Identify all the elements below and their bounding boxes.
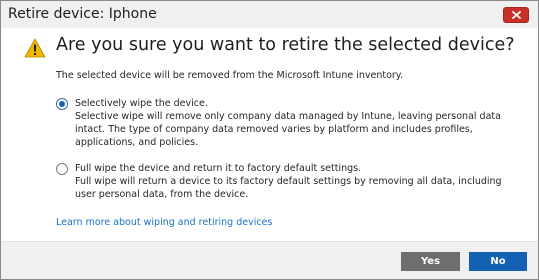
- selective-wipe-label: Selectively wipe the device.: [75, 98, 208, 109]
- no-button[interactable]: No: [469, 252, 527, 271]
- option-full-wipe[interactable]: Full wipe the device and return it to fa…: [56, 162, 525, 201]
- full-wipe-radio[interactable]: [56, 163, 68, 175]
- full-wipe-label: Full wipe the device and return it to fa…: [75, 163, 362, 174]
- close-button[interactable]: [503, 7, 529, 23]
- option-selective-wipe[interactable]: Selectively wipe the device. Selective w…: [56, 97, 525, 149]
- close-icon: [511, 11, 521, 19]
- intro-text: The selected device will be removed from…: [56, 70, 404, 81]
- full-wipe-description: Full wipe will return a device to its fa…: [75, 176, 502, 200]
- learn-more-link[interactable]: Learn more about wiping and retiring dev…: [56, 217, 272, 228]
- selective-wipe-radio[interactable]: [56, 98, 68, 110]
- dialog-footer: Yes No: [1, 241, 538, 279]
- dialog-heading: Are you sure you want to retire the sele…: [56, 35, 515, 55]
- radio-selected-dot: [59, 101, 65, 107]
- title-bar: Retire device: Iphone: [1, 1, 538, 28]
- warning-icon: [24, 38, 46, 58]
- retire-device-dialog: Retire device: Iphone Are you sure you w…: [0, 0, 539, 280]
- window-title: Retire device: Iphone: [8, 6, 157, 22]
- yes-button[interactable]: Yes: [401, 252, 460, 271]
- selective-wipe-description: Selective wipe will remove only company …: [75, 111, 501, 148]
